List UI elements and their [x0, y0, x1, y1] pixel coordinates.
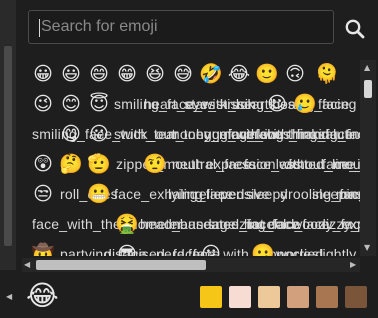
emoji-label[interactable]: expressionless: [206, 152, 301, 176]
skin-tone-yellow[interactable]: [200, 286, 222, 308]
emoji-grin[interactable]: 😁: [112, 62, 142, 86]
emoji-diagonal-mouth[interactable]: 🫤: [248, 242, 278, 256]
emoji-label[interactable]: dotted_line_face: [284, 152, 360, 176]
emoji-label[interactable]: drooling_face: [280, 182, 360, 206]
chevron-down-icon[interactable]: ▼: [364, 244, 372, 252]
emoji-label[interactable]: facing: [318, 92, 356, 116]
emoji-innocent[interactable]: 😇: [84, 92, 114, 116]
emoji-laughing[interactable]: 😆: [140, 62, 170, 86]
emoji-label[interactable]: sneezing_face: [208, 212, 301, 236]
emoji-label[interactable]: face_exhaling: [114, 182, 203, 206]
emoji-tongue[interactable]: 😛: [84, 122, 114, 146]
left-scroll-thumb[interactable]: [4, 46, 12, 246]
emoji-label[interactable]: neutral_face: [172, 152, 251, 176]
horizontal-scroll-thumb[interactable]: [36, 260, 206, 270]
vertical-scroll-thumb[interactable]: [364, 80, 372, 98]
emoji-label[interactable]: thinking_face: [288, 122, 360, 146]
search-box[interactable]: [28, 10, 334, 44]
emoji-label[interactable]: partying_face: [60, 242, 146, 256]
chevron-left-icon[interactable]: ◀: [24, 261, 32, 269]
emoji-picker: 😀 😃 😄 😁 😆 😅 🤣 😂 🙂 🙃 🫠 😉 😊 😇 smiling_face…: [0, 0, 378, 318]
emoji-label[interactable]: slightly_frowning: [312, 242, 360, 256]
emoji-label[interactable]: nauseated_face: [172, 212, 274, 236]
emoji-saluting[interactable]: 🫡: [84, 152, 114, 176]
emoji-grid: 😀 😃 😄 😁 😆 😅 🤣 😂 🙂 🙃 🫠 😉 😊 😇 smiling_face…: [22, 60, 360, 256]
emoji-preview: 😂: [26, 279, 59, 312]
emoji-label[interactable]: worried: [276, 242, 323, 256]
chevron-left-icon[interactable]: ◀: [6, 292, 14, 301]
emoji-label[interactable]: star_struck: [184, 92, 254, 116]
emoji-yum[interactable]: 😋: [56, 122, 86, 146]
emoji-label[interactable]: stuck_out_tongue_winking: [114, 122, 284, 146]
emoji-upside-down[interactable]: 🙃: [280, 62, 310, 86]
emoji-label[interactable]: head_bandage: [140, 212, 236, 236]
emoji-label[interactable]: saluting_face: [318, 122, 360, 146]
emoji-label[interactable]: exploding_head: [342, 212, 360, 236]
emoji-label[interactable]: hugging_face: [196, 122, 282, 146]
emoji-label[interactable]: face_without_mouth: [244, 152, 360, 176]
emoji-sweat-smile[interactable]: 😅: [168, 62, 198, 86]
emoji-row-3: smiling_face_with_tear 😋 😛 stuck_out_ton…: [22, 122, 360, 146]
chevron-up-icon[interactable]: ▲: [364, 64, 372, 72]
skin-tone-medium-light[interactable]: [258, 286, 280, 308]
emoji-grinning-big-eyes[interactable]: 😃: [56, 62, 86, 86]
emoji-vomit[interactable]: 🤮: [112, 212, 142, 236]
emoji-label[interactable]: money_mouth: [168, 122, 259, 146]
emoji-thinking[interactable]: 🤔: [56, 152, 86, 176]
emoji-row-5: 😒 roll_eyes 😬 face_exhaling lying_face r…: [22, 182, 360, 206]
vertical-scrollbar[interactable]: ▲ ▼: [360, 60, 376, 256]
emoji-sunglasses[interactable]: 😎: [112, 242, 142, 256]
emoji-label[interactable]: mask: [336, 182, 360, 206]
emoji-label[interactable]: face_with_thermometer: [32, 212, 182, 236]
emoji-label[interactable]: kissing_heart: [220, 92, 305, 116]
emoji-grimacing[interactable]: 😬: [84, 182, 114, 206]
emoji-label[interactable]: face_with_hand: [228, 122, 329, 146]
skin-tone-light[interactable]: [229, 286, 251, 308]
emoji-smiling-tear[interactable]: 🥲: [290, 92, 320, 116]
chevron-right-icon[interactable]: ▶: [350, 261, 358, 269]
horizontal-scrollbar[interactable]: ◀ ▶: [22, 258, 360, 272]
emoji-slight-smile[interactable]: 🙂: [252, 62, 282, 86]
emoji-label[interactable]: shushing_face: [260, 122, 353, 146]
emoji-row-4: 😲 🤔 🫡 zipper_mouth 🤨 neutral_face expres…: [22, 152, 360, 176]
emoji-joy[interactable]: 😂: [224, 62, 254, 86]
search-button[interactable]: [342, 16, 368, 42]
skin-tone-selector: [200, 286, 370, 308]
emoji-grinning[interactable]: 😀: [28, 62, 58, 86]
emoji-label[interactable]: heart_eyes: [144, 92, 215, 116]
emoji-row-2: 😉 😊 😇 smiling_face_with_hearts heart_eye…: [22, 92, 360, 116]
emoji-melting[interactable]: 🫠: [312, 62, 342, 86]
emoji-label[interactable]: smiling_face_with_hearts: [114, 92, 276, 116]
skin-tone-medium[interactable]: [287, 286, 309, 308]
emoji-astonished[interactable]: 😲: [28, 152, 58, 176]
emoji-label[interactable]: face_in_clouds: [322, 152, 360, 176]
emoji-raised-eyebrow[interactable]: 🤨: [140, 152, 170, 176]
emoji-wink[interactable]: 😉: [28, 92, 58, 116]
emoji-smile[interactable]: 😄: [84, 62, 114, 86]
emoji-confused[interactable]: 😕: [196, 242, 226, 256]
search-icon: [345, 19, 365, 39]
search-input[interactable]: [37, 11, 331, 43]
emoji-rofl[interactable]: 🤣: [196, 62, 226, 86]
skin-tone-medium-dark[interactable]: [316, 286, 338, 308]
emoji-blush[interactable]: 😊: [56, 92, 86, 116]
skin-tone-dark[interactable]: [345, 286, 367, 308]
emoji-footer: ◀ 😂: [0, 272, 378, 318]
emoji-row-1: 😀 😃 😄 😁 😆 😅 🤣 😂 🙂 🙃 🫠: [22, 62, 360, 86]
emoji-row-6: face_with_thermometer 🤮 head_bandage nau…: [22, 212, 360, 236]
emoji-label[interactable]: sleepy: [246, 182, 287, 206]
emoji-label[interactable]: nerd_face: [156, 242, 220, 256]
left-scroll-track: [0, 0, 16, 270]
emoji-row-7: 🤠 partying_face disguised_face 😎 nerd_fa…: [22, 242, 360, 256]
emoji-unamused[interactable]: 😒: [28, 182, 58, 206]
emoji-cowboy[interactable]: 🤠: [28, 242, 58, 256]
